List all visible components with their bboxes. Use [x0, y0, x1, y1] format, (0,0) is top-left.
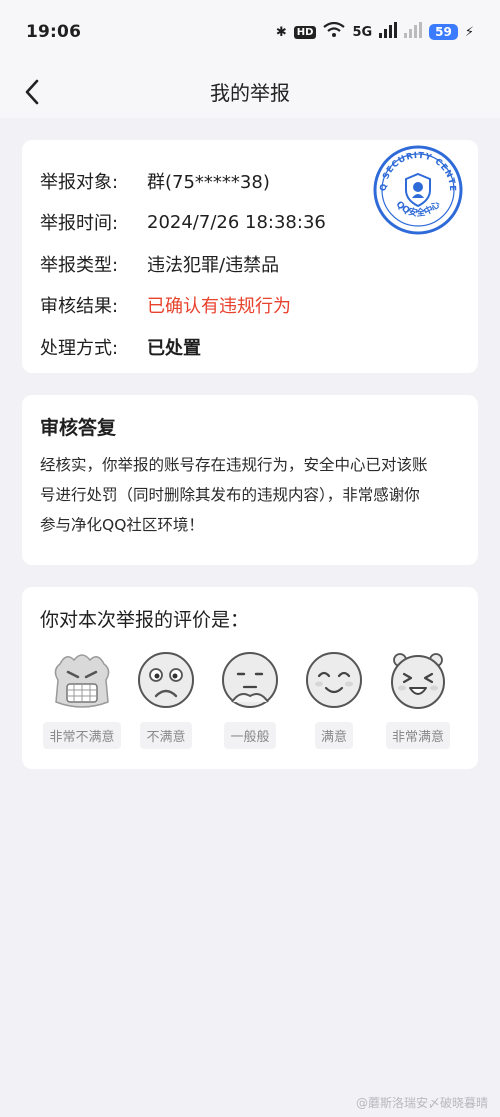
rating-label: 满意 — [314, 722, 353, 749]
signal-icon — [379, 22, 398, 42]
status-icons: ✱ HD 5G 59 ⚡ — [275, 21, 474, 42]
rating-label: 一般般 — [224, 722, 276, 749]
hd-badge: HD — [293, 25, 317, 39]
reply-line: 参与净化QQ社区环境！ — [40, 516, 204, 534]
qq-security-center-stamp-icon: QQ SECURITY CENTER QQ安全中心 — [372, 144, 463, 235]
furious-face-icon — [54, 654, 110, 708]
info-row-result: 审核结果: 已确认有违规行为 — [40, 285, 460, 327]
neutral-face-icon — [222, 652, 278, 708]
rating-label: 非常满意 — [385, 722, 450, 749]
rating-option-neutral[interactable]: 一般般 — [208, 650, 292, 749]
page-title: 我的举报 — [210, 80, 290, 105]
back-button[interactable] — [14, 74, 50, 110]
rating-option-satisfied[interactable]: 满意 — [292, 650, 376, 749]
info-value: 已处置 — [147, 337, 201, 359]
charging-icon: ⚡ — [464, 24, 474, 40]
info-row-type: 举报类型: 违法犯罪/违禁品 — [40, 243, 460, 285]
info-value: 群(75*****38) — [147, 171, 270, 193]
svg-text:QQ安全中心: QQ安全中心 — [394, 199, 443, 219]
reply-title: 审核答复 — [40, 417, 117, 439]
report-info-card: 举报对象: 群(75*****38) 举报时间: 2024/7/26 18:38… — [22, 140, 478, 373]
info-label: 处理方式: — [40, 337, 119, 359]
info-value: 2024/7/26 18:38:36 — [147, 211, 326, 233]
status-time: 19:06 — [26, 22, 82, 42]
chevron-left-icon — [25, 79, 39, 105]
nav-bar: 我的举报 — [0, 64, 500, 118]
battery-indicator: 59 — [429, 24, 458, 40]
reply-line: 经核实，你举报的账号存在违规行为，安全中心已对该账 — [40, 456, 428, 474]
status-bar: 19:06 ✱ HD 5G 59 ⚡ — [0, 0, 500, 64]
review-result-value: 已确认有违规行为 — [147, 296, 291, 318]
rating-label: 不满意 — [140, 722, 192, 749]
info-label: 举报类型: — [40, 254, 119, 276]
info-label: 审核结果: — [40, 296, 119, 318]
rating-label: 非常不满意 — [43, 722, 121, 749]
rating-option-very-dissatisfied[interactable]: 非常不满意 — [40, 650, 124, 749]
info-row-handling: 处理方式: 已处置 — [40, 326, 460, 368]
info-value: 违法犯罪/违禁品 — [147, 254, 280, 276]
signal-2-icon — [404, 22, 423, 42]
network-label: 5G — [352, 24, 373, 40]
reply-line: 号进行处罚（同时删除其发布的违规内容），非常感谢你 — [40, 486, 420, 504]
info-label: 举报时间: — [40, 213, 119, 235]
review-reply-card: 审核答复 经核实，你举报的账号存在违规行为，安全中心已对该账 号进行处罚（同时删… — [22, 395, 478, 565]
reply-body: 经核实，你举报的账号存在违规行为，安全中心已对该账 号进行处罚（同时删除其发布的… — [40, 450, 460, 540]
laugh-face-icon — [391, 653, 445, 709]
rating-title: 你对本次举报的评价是： — [40, 609, 250, 631]
rating-option-dissatisfied[interactable]: 不满意 — [124, 650, 208, 749]
rating-option-very-satisfied[interactable]: 非常满意 — [376, 650, 460, 749]
info-label: 举报对象: — [40, 171, 119, 193]
smile-face-icon — [306, 652, 362, 708]
frown-face-icon — [138, 652, 194, 708]
rating-card: 你对本次举报的评价是： 非常不满意 不满意 一般般 满意 非常满意 — [22, 587, 478, 769]
bluetooth-icon: ✱ — [275, 24, 287, 40]
watermark: @蘑斯洛瑞安〆破晓暮晴 — [355, 1096, 488, 1110]
rating-options: 非常不满意 不满意 一般般 满意 非常满意 — [40, 650, 460, 749]
wifi-icon — [323, 21, 346, 42]
